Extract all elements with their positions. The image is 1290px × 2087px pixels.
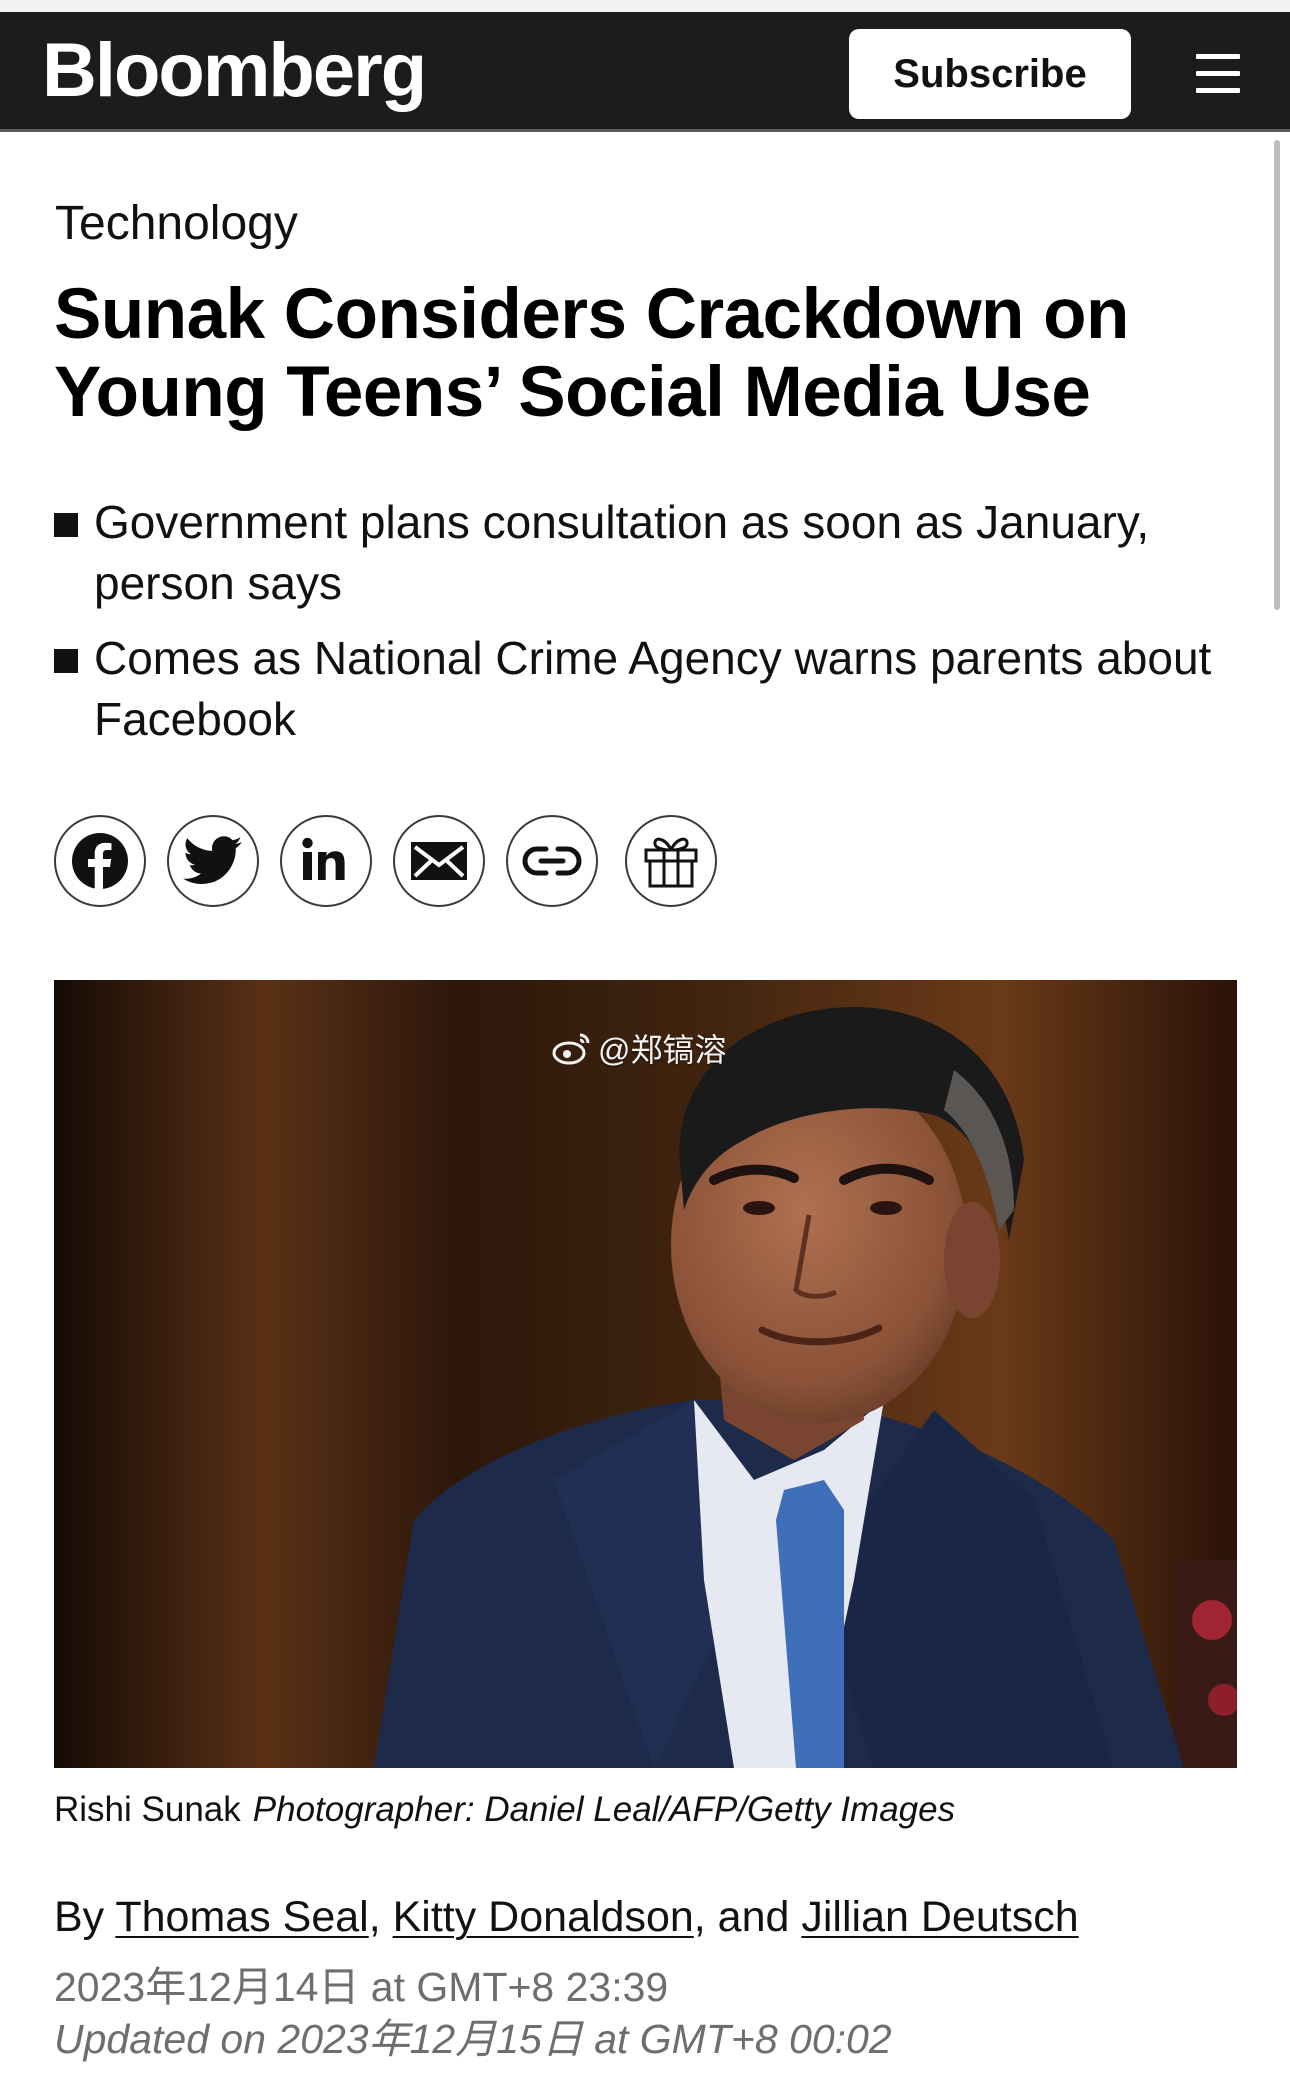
bloomberg-logo[interactable]: Bloomberg: [42, 26, 427, 116]
image-watermark: @郑镐溶: [552, 1025, 727, 1071]
byline-separator: , and: [693, 1893, 802, 1941]
author-link[interactable]: Jillian Deutsch: [801, 1893, 1078, 1941]
published-timestamp: 2023年12月14日 at GMT+8 23:39: [54, 1964, 669, 2010]
summary-bullet: Comes as National Crime Agency warns par…: [54, 628, 1254, 750]
watermark-text: @郑镐溶: [598, 1032, 727, 1068]
copy-link-button[interactable]: [506, 815, 598, 907]
scrollbar[interactable]: [1274, 140, 1280, 610]
article-hero-image[interactable]: [54, 980, 1237, 1768]
author-link[interactable]: Kitty Donaldson: [393, 1893, 694, 1941]
facebook-icon: [72, 833, 128, 889]
byline-separator: ,: [368, 1893, 393, 1941]
section-label[interactable]: Technology: [55, 196, 298, 251]
byline: By Thomas Seal, Kitty Donaldson, and Jil…: [54, 1893, 1079, 1942]
share-twitter-button[interactable]: [167, 815, 259, 907]
article-headline: Sunak Considers Crackdown on Young Teens…: [54, 275, 1129, 432]
summary-bullets: Government plans consultation as soon as…: [54, 492, 1254, 764]
updated-timestamp: Updated on 2023年12月15日 at GMT+8 00:02: [54, 2016, 892, 2062]
image-caption: Rishi Sunak Photographer: Daniel Leal/AFP…: [54, 1790, 955, 1830]
status-strip: [0, 0, 1290, 12]
share-facebook-button[interactable]: [54, 815, 146, 907]
photo-credit: Photographer: Daniel Leal/AFP/Getty Imag…: [252, 1790, 956, 1829]
weibo-icon: [552, 1033, 590, 1065]
bullet-square-icon: [54, 649, 78, 673]
share-bar: [54, 815, 738, 907]
author-link[interactable]: Thomas Seal: [115, 1893, 368, 1941]
linkedin-icon: [302, 837, 345, 880]
subscribe-button[interactable]: Subscribe: [849, 29, 1131, 119]
site-header: Bloomberg Subscribe: [0, 12, 1290, 132]
share-linkedin-button[interactable]: [280, 815, 372, 907]
email-icon: [411, 842, 467, 880]
share-email-button[interactable]: [393, 815, 485, 907]
summary-bullet-text: Comes as National Crime Agency warns par…: [94, 632, 1212, 745]
twitter-icon: [183, 836, 242, 884]
gift-icon: [644, 837, 698, 888]
caption-text: Rishi Sunak: [54, 1790, 241, 1829]
summary-bullet: Government plans consultation as soon as…: [54, 492, 1254, 614]
link-icon: [522, 846, 582, 876]
bullet-square-icon: [54, 513, 78, 537]
gift-article-button[interactable]: [625, 815, 717, 907]
byline-prefix: By: [54, 1893, 116, 1941]
summary-bullet-text: Government plans consultation as soon as…: [94, 496, 1150, 609]
hamburger-menu-icon[interactable]: [1196, 54, 1244, 96]
